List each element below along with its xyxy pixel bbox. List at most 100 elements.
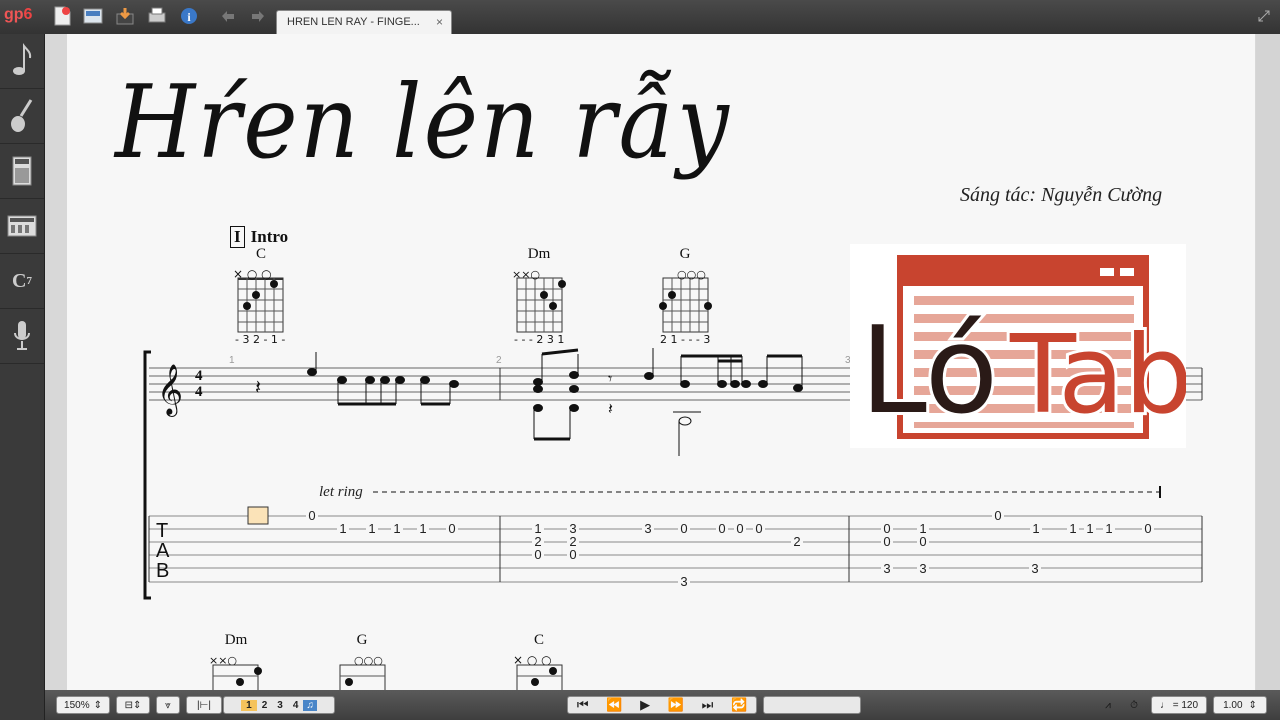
chord-icon-sup: 7	[26, 275, 32, 287]
tab-num: 3	[644, 521, 651, 536]
tab-num: 3	[919, 561, 926, 576]
speed-field[interactable]: 1.00 ⇕	[1213, 696, 1267, 714]
guitar-icon[interactable]	[0, 89, 44, 144]
chord-icon-label: C	[12, 269, 27, 292]
tab-num: 1	[1105, 521, 1112, 536]
tab-num: 0	[755, 521, 762, 536]
speed-value: 1.00	[1223, 699, 1243, 711]
chord-diagram-dm	[516, 277, 566, 333]
bar-number-1: 1	[229, 355, 235, 366]
tab-num: 0	[994, 508, 1001, 523]
tab-num: 1	[368, 521, 375, 536]
tab-num: 3	[1031, 561, 1038, 576]
tab-numbers: 0 1 1 1 1 0 1 2 0 3 2 0 3 0 0 0 0 2 3 0 …	[306, 508, 1154, 589]
treble-clef: 𝄞	[157, 364, 183, 417]
chord-diagram-c	[237, 277, 284, 333]
time-sig-top: 4	[195, 368, 203, 384]
page-layout-select[interactable]: ⊟⇕	[116, 696, 150, 714]
voice-1[interactable]: 1	[241, 699, 257, 711]
tab-num: 1	[1086, 521, 1093, 536]
lotab-lo-text: Ló	[860, 302, 998, 441]
tab-cursor[interactable]	[247, 506, 269, 525]
tempo-value: ♩ = 120	[1159, 699, 1199, 711]
bar-number-2: 2	[496, 355, 502, 366]
bar1-notes: 𝄽	[255, 352, 459, 406]
transport-controls: ⏮ ⏪ ▶ ⏩ ⏭ 🔁	[567, 696, 757, 714]
note-icon[interactable]	[0, 34, 44, 89]
chord-fingering-c: - 3 2 - 1 -	[235, 333, 285, 346]
redo-icon[interactable]	[246, 5, 270, 27]
zoom-select[interactable]: 150% ⇕	[56, 696, 110, 714]
app-logo: gp6	[4, 6, 32, 24]
document-tab[interactable]: HREN LEN RAY - FINGE... ×	[276, 10, 452, 34]
position-display	[763, 696, 861, 714]
vertical-scrollbar[interactable]	[1256, 34, 1280, 690]
tab-letter-b: B	[156, 560, 169, 582]
chord-diagram-g-2	[339, 664, 386, 690]
tab-letter-a: A	[156, 540, 170, 562]
expand-icon[interactable]	[1252, 5, 1276, 27]
tab-close-icon[interactable]: ×	[436, 15, 443, 29]
chord-diagram-c-2	[516, 664, 563, 690]
mixer-icon[interactable]	[0, 199, 44, 254]
tab-num: 1	[1032, 521, 1039, 536]
countdown-icon[interactable]: ⏱	[1123, 696, 1145, 714]
voice-auto-icon[interactable]: ♫	[303, 699, 317, 711]
voice-3[interactable]: 3	[272, 700, 288, 711]
score-page[interactable]: Hŕen lên rẫy Sáng tác: Nguyễn Cường I Int…	[67, 34, 1255, 690]
print-icon[interactable]	[145, 5, 169, 27]
system-bracket	[143, 350, 151, 600]
rest-quarter: 𝄽	[255, 377, 261, 399]
logo-text: gp	[4, 6, 24, 23]
chord-diagram-dm-2	[212, 664, 262, 690]
forward-icon[interactable]: ⏩	[668, 697, 684, 713]
zoom-value: 150%	[64, 699, 90, 711]
tab-num: 1	[339, 521, 346, 536]
info-icon[interactable]: i	[177, 5, 201, 27]
chord-fingering-g: 2 1 - - - 3	[660, 333, 710, 346]
tab-num: 0	[718, 521, 725, 536]
undo-icon[interactable]	[216, 5, 240, 27]
tab-num: 3	[883, 561, 890, 576]
zoom-spinner-icon: ⇕	[93, 699, 102, 711]
new-file-icon[interactable]	[50, 5, 74, 27]
tab-letter-t: T	[156, 520, 168, 542]
tempo-field[interactable]: ♩ = 120	[1151, 696, 1207, 714]
bar2-notes: 𝄾𝄽	[533, 348, 803, 456]
voice-4[interactable]: 4	[288, 700, 304, 711]
chord-icon[interactable]: C7	[0, 254, 44, 309]
logo-version: 6	[23, 6, 33, 23]
mic-icon[interactable]	[0, 309, 44, 364]
chord-markers-c: × ○ ○	[233, 267, 272, 281]
lotab-tab-text: Tab	[1009, 313, 1186, 438]
view-mode-icon[interactable]: |⊢|	[186, 696, 222, 714]
amp-icon[interactable]	[0, 144, 44, 199]
voice-2[interactable]: 2	[257, 700, 273, 711]
tab-num: 0	[680, 521, 687, 536]
save-icon[interactable]	[113, 5, 137, 27]
svg-text:𝄽: 𝄽	[608, 401, 613, 418]
lotab-watermark: Ló Tab	[850, 244, 1196, 448]
time-sig-bottom: 4	[195, 384, 203, 400]
speed-spinner-icon: ⇕	[1248, 699, 1257, 711]
metronome-icon[interactable]: ⩘	[1098, 696, 1118, 714]
tab-staff	[149, 515, 1202, 583]
rewind-icon[interactable]: ⏪	[606, 697, 622, 713]
tab-num: 0	[569, 547, 576, 562]
tab-num: 0	[883, 534, 890, 549]
tab-title: HREN LEN RAY - FINGE...	[287, 16, 420, 28]
go-start-icon[interactable]: ⏮	[577, 697, 589, 713]
go-end-icon[interactable]: ⏭	[702, 697, 714, 713]
play-icon[interactable]: ▶	[640, 697, 650, 713]
top-toolbar: gp6 i HREN LEN RAY - FINGE... ×	[0, 0, 1280, 35]
tab-num: 1	[393, 521, 400, 536]
multitrack-icon[interactable]: ⩔	[156, 696, 180, 714]
voice-selector[interactable]: 1 2 3 4 ♫	[223, 696, 335, 714]
chord-markers-g: ○○○	[677, 268, 706, 281]
loop-icon[interactable]: 🔁	[731, 697, 747, 713]
svg-text:𝄾: 𝄾	[608, 371, 612, 388]
tab-num: 0	[308, 508, 315, 523]
tab-num: 2	[793, 534, 800, 549]
tab-num: 0	[1144, 521, 1151, 536]
open-icon[interactable]	[81, 5, 105, 27]
